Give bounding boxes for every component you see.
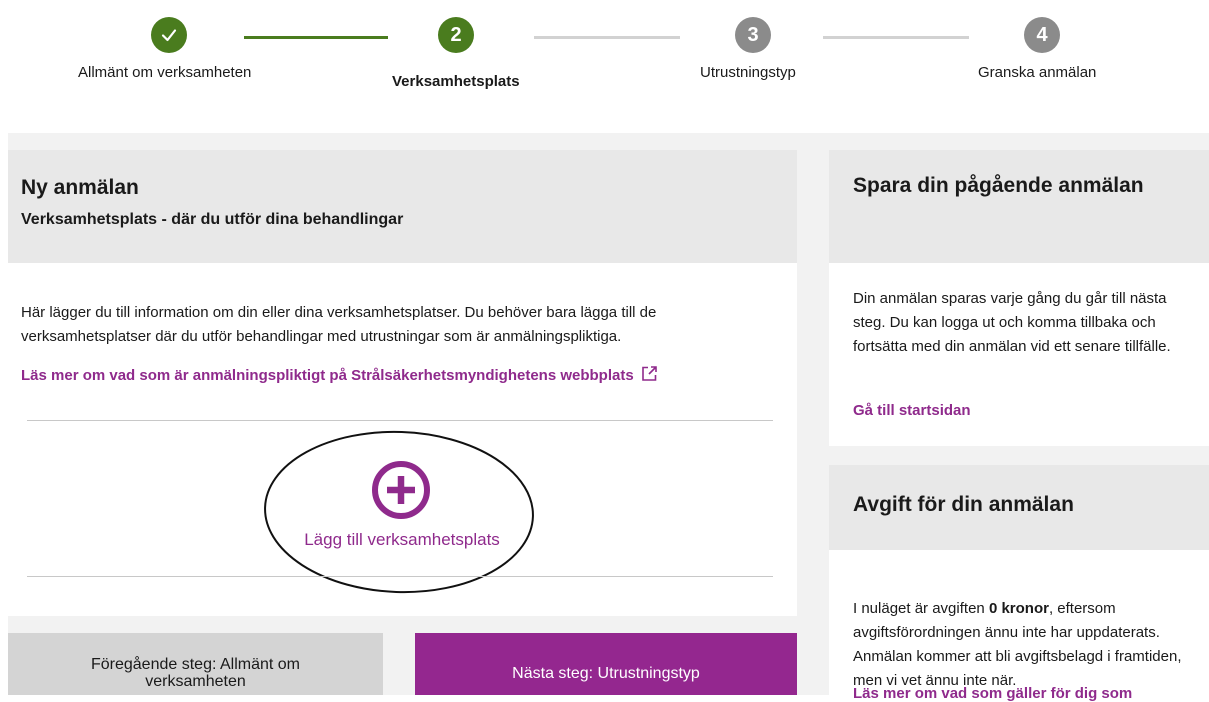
main-card-header <box>8 150 797 263</box>
intro-text: Här lägger du till information om din el… <box>21 304 657 345</box>
step-1-complete-badge <box>151 17 187 53</box>
info-link-label: Läs mer om vad som är anmälningspliktigt… <box>21 367 634 384</box>
hand-drawn-circle-annotation <box>264 430 534 594</box>
step-connector-3 <box>823 36 969 39</box>
save-card-text: Din anmälan sparas varje gång du går til… <box>853 290 1171 355</box>
progress-stepper: Allmänt om verksamheten 2 Verksamhetspla… <box>0 0 1209 110</box>
info-link-external[interactable]: Läs mer om vad som är anmälningspliktigt… <box>21 365 658 384</box>
step-2-label: Verksamhetsplats <box>392 73 520 90</box>
divider-bottom <box>27 576 773 577</box>
external-link-icon <box>642 366 657 381</box>
divider-top <box>27 420 773 421</box>
step-4-badge: 4 <box>1024 17 1060 53</box>
step-4-label: Granska anmälan <box>978 64 1097 81</box>
step-connector-1 <box>244 36 388 39</box>
check-icon <box>161 29 177 42</box>
next-step-button[interactable]: Nästa steg: Utrustningstyp <box>415 633 797 695</box>
fee-amount: 0 kronor <box>988 600 1049 617</box>
previous-step-label: Föregående steg: Allmänt om verksamheten <box>90 656 300 690</box>
step-1-label: Allmänt om verksamheten <box>78 64 252 81</box>
fee-info-link[interactable]: Läs mer om vad som gäller för dig som <box>853 685 1132 702</box>
page-subtitle: Verksamhetsplats - där du utför dina beh… <box>21 211 404 228</box>
save-card-header <box>829 150 1209 263</box>
fee-text-start: I nuläget är avgiften <box>853 600 989 617</box>
fee-card-title: Avgift för din anmälan <box>853 493 1074 516</box>
step-3-label: Utrustningstyp <box>700 64 796 81</box>
page-title: Ny anmälan <box>21 176 139 199</box>
next-step-label: Nästa steg: Utrustningstyp <box>512 665 700 682</box>
step-2-badge: 2 <box>438 17 474 53</box>
go-to-start-link[interactable]: Gå till startsidan <box>853 402 971 419</box>
fee-card-text: I nuläget är avgiften 0 kronor, eftersom… <box>853 597 1193 693</box>
save-card-title: Spara din pågående anmälan <box>853 174 1144 197</box>
step-connector-2 <box>534 36 680 39</box>
previous-step-button[interactable]: Föregående steg: Allmänt om verksamheten <box>8 633 383 695</box>
step-3-badge: 3 <box>735 17 771 53</box>
